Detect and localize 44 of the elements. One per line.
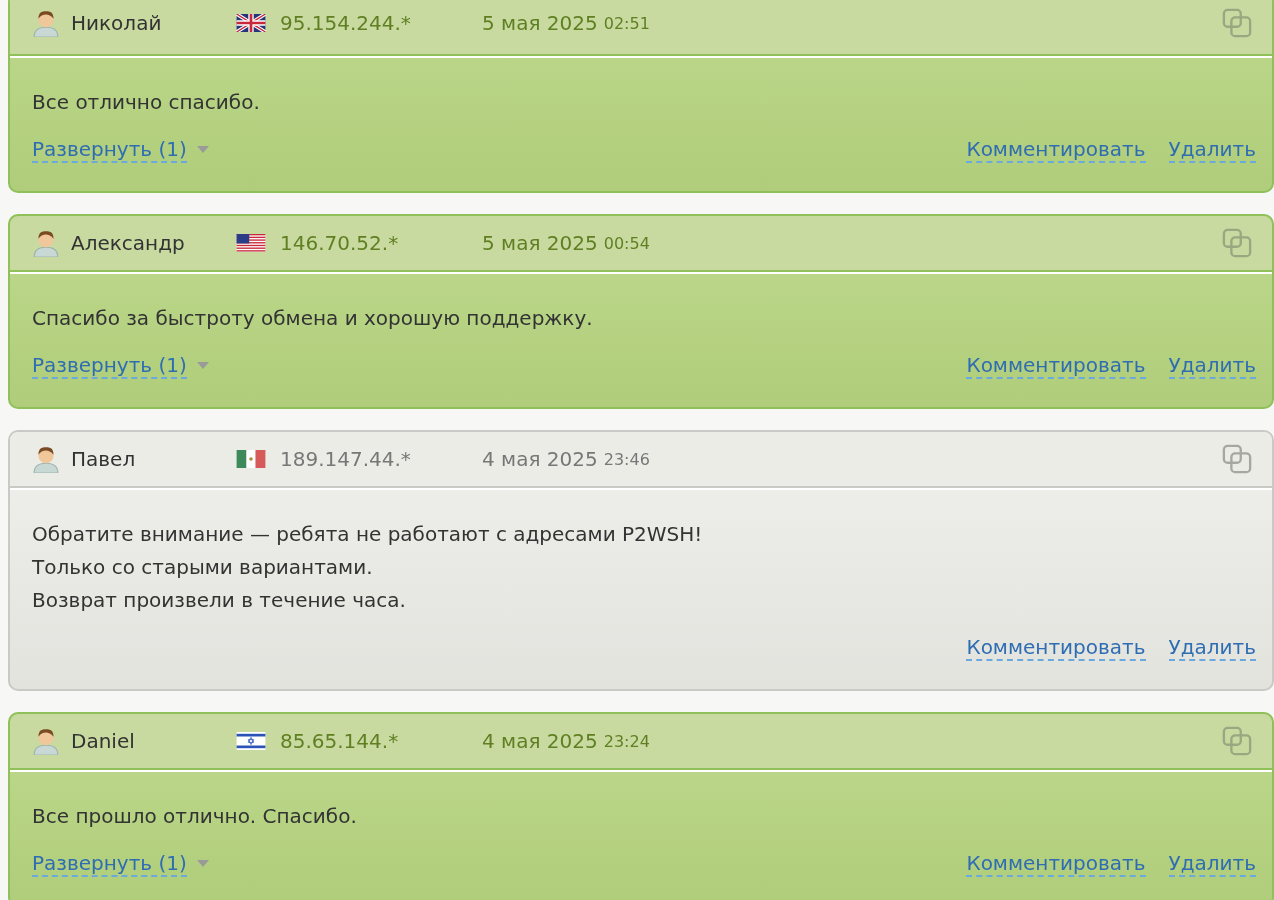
user-icon [32, 727, 60, 755]
expand-link[interactable]: Развернуть (1) [32, 353, 187, 379]
author-name: Александр [71, 231, 186, 255]
review-date: 5 мая 2025 [482, 11, 598, 35]
delete-link[interactable]: Удалить [1168, 635, 1256, 661]
review-text: Все отлично спасибо. [32, 89, 261, 116]
review-text: Все прошло отлично. Спасибо. [32, 803, 358, 830]
comment-link[interactable]: Комментировать [966, 851, 1146, 877]
review-time: 00:54 [603, 233, 650, 253]
ip-address: 95.154.244.* [280, 11, 412, 35]
review-time: 23:46 [603, 449, 650, 469]
delete-link[interactable]: Удалить [1168, 137, 1256, 163]
review-date: 4 мая 2025 [482, 447, 598, 471]
author-name: Павел [71, 447, 137, 471]
delete-link[interactable]: Удалить [1168, 851, 1256, 877]
ip-address: 85.65.144.* [280, 729, 400, 753]
review-text: Только со старыми вариантами. [32, 554, 374, 581]
review-time: 02:51 [603, 13, 650, 33]
review-time: 23:24 [603, 731, 650, 751]
comment-link[interactable]: Комментировать [966, 137, 1146, 163]
ip-address: 146.70.52.* [280, 231, 400, 255]
copy-icon[interactable] [1222, 444, 1252, 474]
caret-icon [196, 860, 209, 868]
copy-icon[interactable] [1222, 726, 1252, 756]
copy-icon[interactable] [1222, 228, 1252, 258]
review-date: 5 мая 2025 [482, 231, 598, 255]
review-text: Возврат произвели в течение часа. [32, 587, 407, 614]
copy-icon[interactable] [1222, 8, 1252, 38]
comment-link[interactable]: Комментировать [966, 353, 1146, 379]
user-icon [32, 9, 60, 37]
user-icon [32, 229, 60, 257]
caret-icon [196, 362, 209, 370]
caret-icon [196, 146, 209, 154]
review-text: Спасибо за быстроту обмена и хорошую поддержку. [32, 305, 594, 332]
delete-link[interactable]: Удалить [1168, 353, 1256, 379]
author-name: Daniel [71, 729, 136, 753]
review-date: 4 мая 2025 [482, 729, 598, 753]
comment-link[interactable]: Комментировать [966, 635, 1146, 661]
user-icon [32, 445, 60, 473]
expand-link[interactable]: Развернуть (1) [32, 851, 187, 877]
author-name: Николай [71, 11, 163, 35]
expand-link[interactable]: Развернуть (1) [32, 137, 187, 163]
ip-address: 189.147.44.* [280, 447, 412, 471]
review-text: Обратите внимание — ребята не работают с адресами P2WSH! [32, 521, 704, 548]
